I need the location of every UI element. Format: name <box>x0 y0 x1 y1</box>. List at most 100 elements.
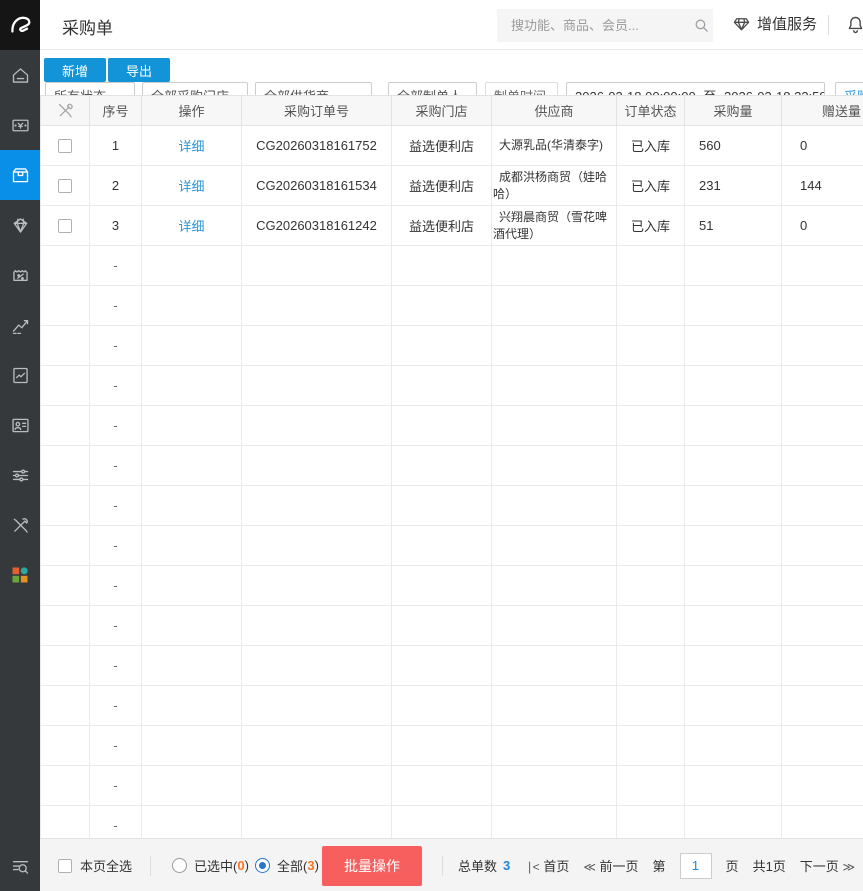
first-page-icon: ∣< <box>527 860 540 874</box>
selected-option[interactable]: 已选中(0) <box>194 839 249 891</box>
prev-page-button[interactable]: ≪ 前一页 <box>583 856 638 875</box>
sidebar-item-settings[interactable] <box>0 450 40 500</box>
table-row-empty: - <box>41 766 863 806</box>
cell-status: 已入库 <box>617 206 685 246</box>
sidebar-item-home[interactable] <box>0 50 40 100</box>
sidebar-item-member[interactable] <box>0 200 40 250</box>
footer-bar: 本页全选 已选中(0) 全部(3) 批量操作 总单数 3 ∣< 首页 ≪ 前一页… <box>40 838 863 891</box>
cell-order-no: CG20260318161752 <box>242 126 392 166</box>
sidebar-item-report[interactable] <box>0 350 40 400</box>
col-header-qty: 采购量 <box>685 96 782 126</box>
select-all-label: 本页全选 <box>80 839 132 891</box>
row-checkbox[interactable] <box>58 139 72 153</box>
top-bar: 采购单 增值服务 <box>40 0 863 50</box>
cell-order-no: CG20260318161534 <box>242 166 392 206</box>
table-row-empty: - <box>41 326 863 366</box>
next-page-button[interactable]: 下一页 ≫ <box>800 856 855 875</box>
cell-empty-dash: - <box>90 406 142 446</box>
cash-icon <box>10 115 31 136</box>
global-search[interactable] <box>497 9 713 42</box>
selected-radio[interactable] <box>172 858 187 873</box>
table-row-empty: - <box>41 646 863 686</box>
page-number-input[interactable] <box>680 853 712 879</box>
table-row-empty: - <box>41 726 863 766</box>
cell-empty-dash: - <box>90 526 142 566</box>
sidebar-item-tools[interactable] <box>0 500 40 550</box>
add-button[interactable]: 新增 <box>44 58 106 82</box>
row-checkbox[interactable] <box>58 219 72 233</box>
table-row-empty: - <box>41 606 863 646</box>
cell-supplier: 兴翔晨商贸（雪花啤酒代理） <box>492 206 617 246</box>
first-page-button[interactable]: ∣< 首页 <box>527 856 570 875</box>
col-header-gift: 赠送量 <box>782 96 863 126</box>
page-label-pre: 第 <box>653 856 666 875</box>
table-row-empty: - <box>41 446 863 486</box>
search-input[interactable] <box>497 18 693 33</box>
select-all-checkbox[interactable] <box>58 859 72 873</box>
table-row-empty: - <box>41 486 863 526</box>
leopard-logo-icon <box>7 12 33 38</box>
all-count: 3 <box>307 858 314 873</box>
sidebar-item-promotion[interactable] <box>0 250 40 300</box>
cell-store: 益选便利店 <box>392 166 492 206</box>
divider <box>442 856 443 876</box>
prev-page-icon: ≪ <box>583 860 596 874</box>
gem-icon <box>732 14 751 33</box>
cell-empty-dash: - <box>90 246 142 286</box>
search-icon[interactable] <box>693 17 710 34</box>
sidebar-item-stats[interactable] <box>0 300 40 350</box>
export-button[interactable]: 导出 <box>108 58 170 82</box>
sidebar-item-apps[interactable] <box>0 550 40 600</box>
row-checkbox[interactable] <box>58 179 72 193</box>
notification-bell-icon[interactable] <box>845 13 863 41</box>
page-label-post: 页 <box>726 856 739 875</box>
package-box-icon <box>10 165 31 186</box>
cell-gift: 144 <box>782 166 863 206</box>
table-row-empty: - <box>41 366 863 406</box>
table-row-empty: - <box>41 686 863 726</box>
cell-empty-dash: - <box>90 726 142 766</box>
page-title: 采购单 <box>62 14 113 39</box>
apps-grid-icon <box>10 565 30 585</box>
vas-label: 增值服务 <box>757 13 817 34</box>
sidebar-item-goods[interactable] <box>0 150 40 200</box>
orders-table: 序号 操作 采购订单号 采购门店 供应商 订单状态 采购量 赠送量 1 详细 <box>40 95 863 838</box>
col-header-supplier: 供应商 <box>492 96 617 126</box>
table-row-empty: - <box>41 806 863 839</box>
cell-empty-dash: - <box>90 646 142 686</box>
detail-link[interactable]: 详细 <box>178 219 204 234</box>
sidebar-item-staff[interactable] <box>0 400 40 450</box>
all-option[interactable]: 全部(3) <box>277 839 319 891</box>
sidebar-item-cash[interactable] <box>0 100 40 150</box>
col-header-action: 操作 <box>142 96 242 126</box>
cell-empty-dash: - <box>90 286 142 326</box>
next-page-icon: ≫ <box>842 860 855 874</box>
cell-empty-dash: - <box>90 486 142 526</box>
column-settings-header[interactable] <box>41 96 90 126</box>
total-count: 3 <box>503 858 510 873</box>
cell-qty: 51 <box>685 206 782 246</box>
cell-empty-dash: - <box>90 446 142 486</box>
detail-link[interactable]: 详细 <box>178 179 204 194</box>
divider <box>828 15 829 35</box>
sidebar-item-search-menu[interactable] <box>0 841 40 891</box>
table-row: 3 详细 CG20260318161242 益选便利店 兴翔晨商贸（雪花啤酒代理… <box>41 206 863 246</box>
table-row-empty: - <box>41 406 863 446</box>
detail-link[interactable]: 详细 <box>178 139 204 154</box>
coupon-icon <box>10 265 31 286</box>
cell-gift: 0 <box>782 126 863 166</box>
report-clipboard-icon <box>10 365 31 386</box>
table-row: 2 详细 CG20260318161534 益选便利店 成都洪杨商贸（娃哈哈） … <box>41 166 863 206</box>
total-pages-label: 共1页 <box>753 856 786 875</box>
value-added-services-button[interactable]: 增值服务 <box>732 13 817 34</box>
sliders-icon <box>10 465 31 486</box>
batch-action-button[interactable]: 批量操作 <box>322 846 422 886</box>
selected-count: 0 <box>237 858 244 873</box>
gem-icon <box>10 215 31 236</box>
brand-logo[interactable] <box>0 0 40 50</box>
cell-store: 益选便利店 <box>392 206 492 246</box>
all-radio[interactable] <box>255 858 270 873</box>
cell-empty-dash: - <box>90 326 142 366</box>
cell-no: 2 <box>90 166 142 206</box>
app-window: 采购单 增值服务 <box>0 0 863 891</box>
